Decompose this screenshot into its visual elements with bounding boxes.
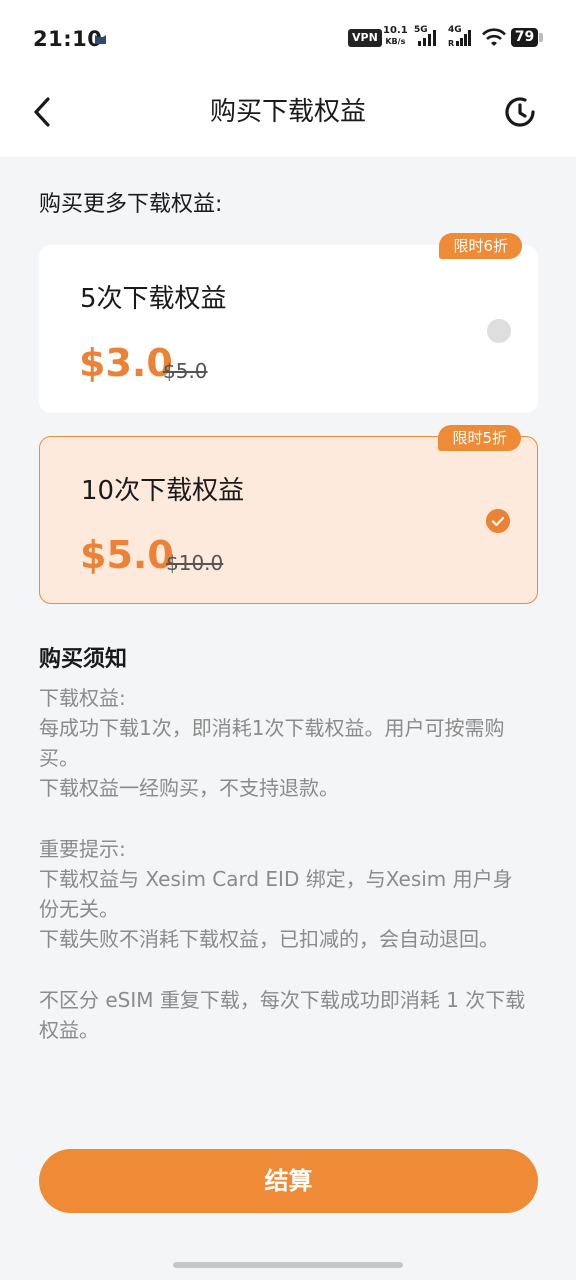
- plan-original-price: $5.0: [163, 359, 208, 383]
- battery-tip: [539, 33, 543, 42]
- sim1-signal: 5G: [414, 26, 440, 52]
- plan-price: $3.0: [79, 341, 173, 385]
- battery-indicator: 79: [511, 28, 538, 47]
- network-speed: 10.1 KB/s: [383, 25, 408, 47]
- plan-name: 10次下载权益: [81, 476, 245, 506]
- top-area: 21:10 VPN 10.1 KB/s 5G 4G R 79 购买下载权益: [0, 0, 576, 157]
- plan-original-price: $10.0: [166, 551, 224, 575]
- svg-text:R: R: [448, 39, 454, 48]
- notice-line: 不区分 eSIM 重复下载，每次下载成功即消耗 1 次下载权益。: [39, 988, 526, 1042]
- plan-price: $5.0: [80, 533, 174, 577]
- notice-line: 下载失败不消耗下载权益，已扣减的，会自动退回。: [39, 927, 499, 951]
- status-time: 21:10: [33, 27, 103, 51]
- notice-line: 下载权益与 Xesim Card EID 绑定，与Xesim 用户身份无关。: [39, 867, 513, 921]
- radio-checked-icon[interactable]: [486, 509, 510, 533]
- home-indicator[interactable]: [173, 1262, 403, 1268]
- page-title: 购买下载权益: [209, 97, 366, 127]
- notice-line: 每成功下载1次，即消耗1次下载权益。用户可按需购买。: [39, 716, 505, 770]
- section-title: 购买更多下载权益:: [39, 192, 223, 217]
- status-bar: 21:10 VPN 10.1 KB/s 5G 4G R 79: [0, 0, 576, 78]
- plan-card-10[interactable]: 限时5折 10次下载权益 $5.0 $10.0: [39, 425, 538, 604]
- history-clock-icon[interactable]: [502, 94, 538, 130]
- wifi-icon: [482, 28, 506, 46]
- sim2-signal: 4G R: [448, 26, 476, 52]
- sim1-label: 5G: [414, 25, 428, 35]
- notice-title: 购买须知: [39, 647, 128, 672]
- discount-badge: 限时6折: [439, 233, 522, 259]
- sim2-label: 4G: [448, 25, 462, 35]
- network-speed-unit: KB/s: [385, 37, 406, 46]
- discount-badge: 限时5折: [438, 425, 521, 451]
- notice-line: 下载权益一经购买，不支持退款。: [39, 776, 339, 800]
- app-header: 购买下载权益: [0, 78, 576, 157]
- plan-card-5[interactable]: 限时6折 5次下载权益 $3.0 $5.0: [39, 233, 538, 413]
- plan-name: 5次下载权益: [80, 284, 227, 314]
- notice-line: 下载权益:: [39, 686, 126, 710]
- checkout-button[interactable]: 结算: [39, 1149, 538, 1213]
- radio-unchecked-icon[interactable]: [487, 319, 511, 343]
- cat-notification-icon: [95, 35, 106, 44]
- vpn-badge: VPN: [348, 29, 382, 47]
- network-speed-value: 10.1: [383, 25, 408, 36]
- notice-line: 重要提示:: [39, 837, 126, 861]
